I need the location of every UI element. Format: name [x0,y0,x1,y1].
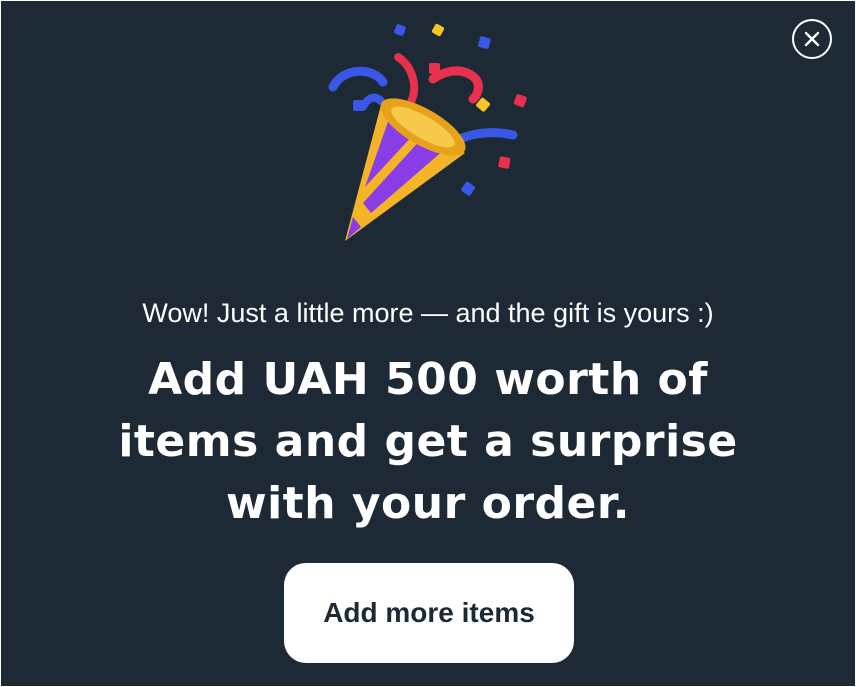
add-more-items-button[interactable]: Add more items [284,563,574,663]
gift-promo-dialog: Wow! Just a little more — and the gift i… [1,1,855,686]
party-popper-icon [328,23,527,241]
dialog-headline: Add UAH 500 worth of items and get a sur… [118,354,738,529]
close-button[interactable] [792,19,832,59]
dialog-subtitle: Wow! Just a little more — and the gift i… [142,298,714,328]
close-icon [804,31,820,47]
